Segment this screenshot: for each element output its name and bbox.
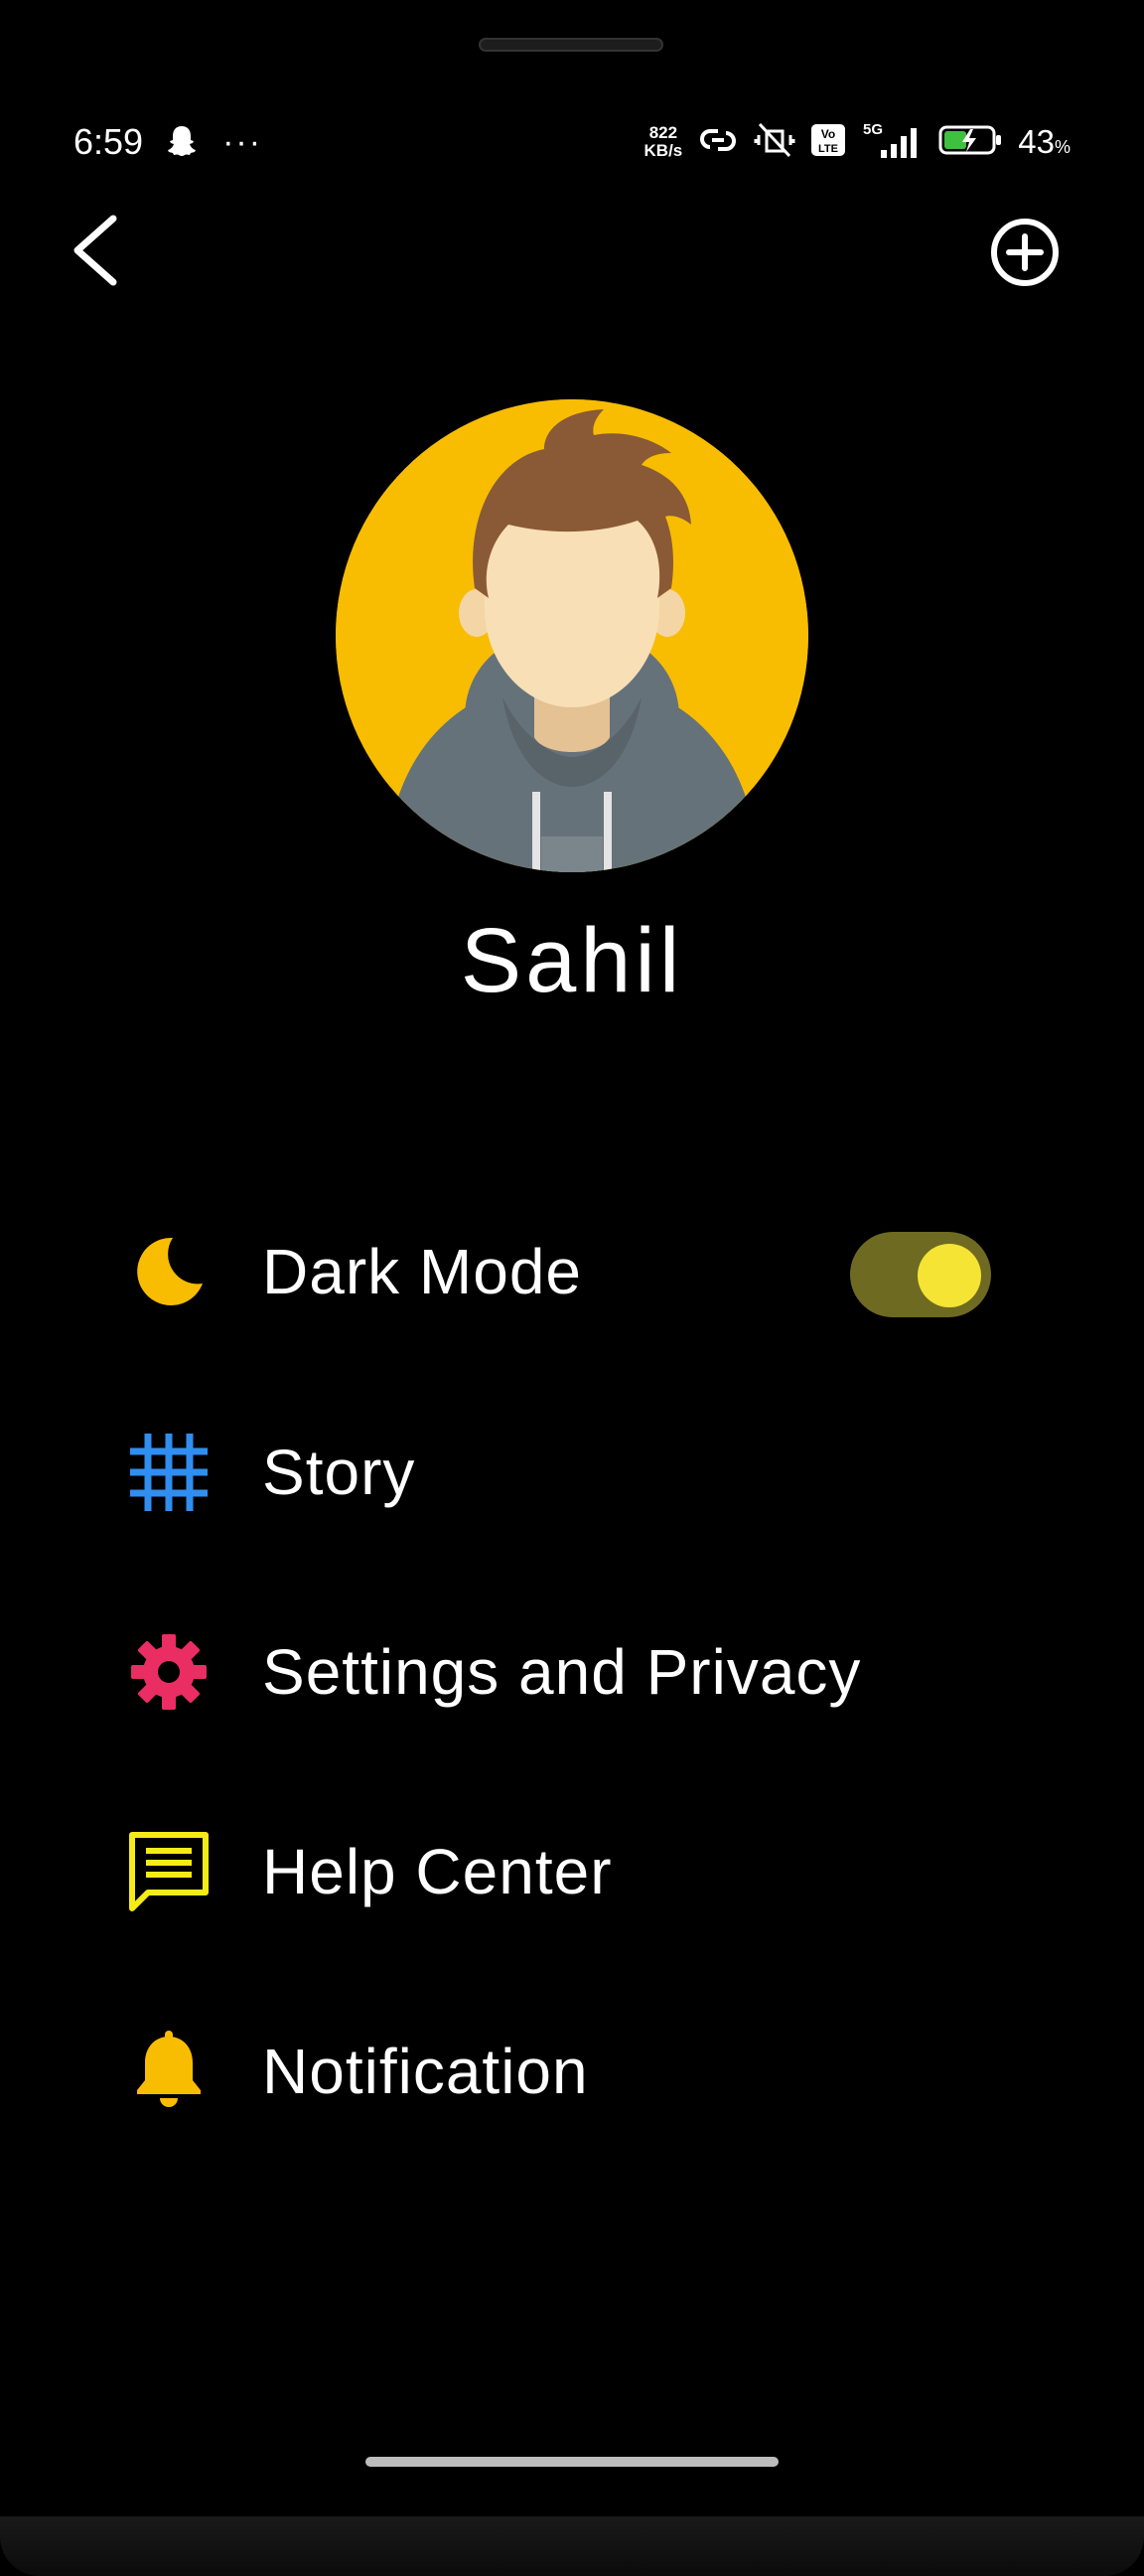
plus-circle-icon bbox=[991, 219, 1059, 286]
status-bar: 6:59 ··· 822 KB/s Vo LTE 5G 43% bbox=[73, 117, 1071, 167]
toggle-knob bbox=[918, 1244, 981, 1307]
battery-charging-icon bbox=[938, 123, 1004, 162]
add-button[interactable] bbox=[989, 217, 1061, 288]
menu-label-story: Story bbox=[262, 1437, 416, 1508]
hotspot-link-icon bbox=[696, 123, 740, 162]
device-bezel bbox=[0, 2516, 1144, 2576]
net-speed-value: 822 bbox=[648, 123, 678, 142]
dark-mode-toggle[interactable] bbox=[850, 1232, 991, 1317]
profile-name: Sahil bbox=[460, 910, 684, 1011]
signal-5g-icon: 5G bbox=[861, 120, 925, 165]
earpiece-speaker bbox=[479, 38, 663, 52]
phone-screen: 6:59 ··· 822 KB/s Vo LTE 5G 43% Sahil Da… bbox=[0, 0, 1144, 2576]
snapchat-ghost-icon bbox=[165, 123, 199, 162]
volte-icon: Vo LTE bbox=[809, 122, 847, 163]
avatar-illustration bbox=[336, 399, 808, 872]
svg-text:Vo: Vo bbox=[821, 127, 835, 141]
home-indicator[interactable] bbox=[365, 2457, 779, 2467]
chat-lines-icon bbox=[119, 1827, 218, 1916]
net-speed: 822 KB/s bbox=[644, 124, 683, 160]
svg-text:LTE: LTE bbox=[818, 143, 838, 155]
back-button[interactable] bbox=[62, 209, 131, 288]
profile-avatar[interactable] bbox=[336, 399, 808, 872]
gear-icon bbox=[119, 1627, 218, 1717]
menu-label-settings-privacy: Settings and Privacy bbox=[262, 1636, 862, 1708]
battery-percent: 43% bbox=[1018, 123, 1071, 161]
bell-icon bbox=[119, 2027, 218, 2116]
moon-icon bbox=[119, 1227, 218, 1316]
menu-label-help-center: Help Center bbox=[262, 1836, 613, 1907]
vibrate-mute-icon bbox=[754, 121, 795, 164]
menu-label-notification: Notification bbox=[262, 2036, 589, 2107]
status-time: 6:59 bbox=[73, 121, 144, 162]
menu-item-settings-privacy[interactable]: Settings and Privacy bbox=[119, 1617, 1033, 1727]
menu-label-dark-mode: Dark Mode bbox=[262, 1236, 582, 1307]
net-speed-unit: KB/s bbox=[644, 141, 683, 160]
grid-icon bbox=[119, 1428, 218, 1517]
more-notifications-indicator: ··· bbox=[222, 122, 263, 161]
menu-item-help-center[interactable]: Help Center bbox=[119, 1817, 1033, 1926]
menu-item-notification[interactable]: Notification bbox=[119, 2017, 1033, 2126]
battery-percent-value: 43 bbox=[1018, 123, 1055, 160]
menu-item-story[interactable]: Story bbox=[119, 1418, 1033, 1527]
chevron-left-icon bbox=[73, 215, 117, 286]
network-type: 5G bbox=[863, 121, 883, 138]
battery-percent-unit: % bbox=[1054, 137, 1071, 157]
